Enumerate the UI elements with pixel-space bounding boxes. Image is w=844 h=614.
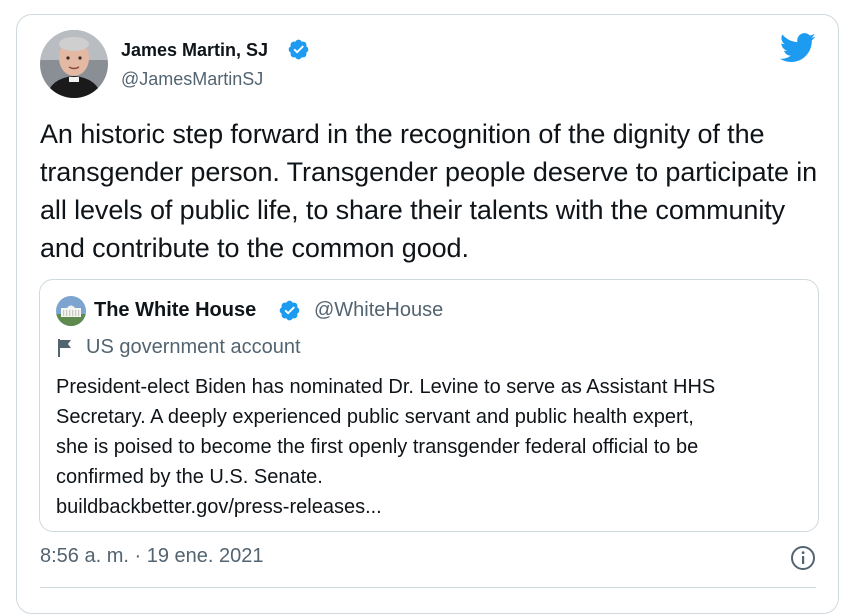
quoted-text-line: she is poised to become the first openly… [56, 436, 699, 458]
quoted-text-line: President-elect Biden has nominated Dr. … [56, 376, 716, 398]
verified-badge-icon [287, 38, 310, 61]
author-avatar[interactable] [40, 30, 108, 98]
divider [40, 587, 816, 588]
info-icon[interactable] [790, 545, 816, 571]
author-handle[interactable]: @JamesMartinSJ [121, 69, 263, 90]
quoted-tweet-link[interactable]: buildbackbetter.gov/press-releases... [56, 492, 808, 522]
tweet-card[interactable]: James Martin, SJ @JamesMartinSJ An histo… [16, 14, 839, 614]
quoted-tweet[interactable]: The White House @WhiteHouse US governmen… [39, 279, 819, 532]
quoted-text-line: Secretary. A deeply experienced public s… [56, 406, 694, 428]
quoted-text-line: confirmed by the U.S. Senate. [56, 466, 323, 488]
flag-icon [57, 338, 73, 358]
quoted-author-handle[interactable]: @WhiteHouse [314, 299, 443, 322]
verified-badge-icon [278, 299, 301, 322]
quoted-author-avatar[interactable] [56, 296, 86, 326]
quoted-tweet-text: President-elect Biden has nominated Dr. … [56, 372, 808, 522]
quoted-author-name[interactable]: The White House [94, 299, 256, 322]
tweet-timestamp[interactable]: 8:56 a. m. · 19 ene. 2021 [40, 545, 264, 568]
tweet-text: An historic step forward in the recognit… [40, 119, 818, 263]
government-account-text: US government account [86, 336, 301, 358]
author-name[interactable]: James Martin, SJ [121, 40, 268, 61]
twitter-bird-icon[interactable] [779, 33, 816, 63]
